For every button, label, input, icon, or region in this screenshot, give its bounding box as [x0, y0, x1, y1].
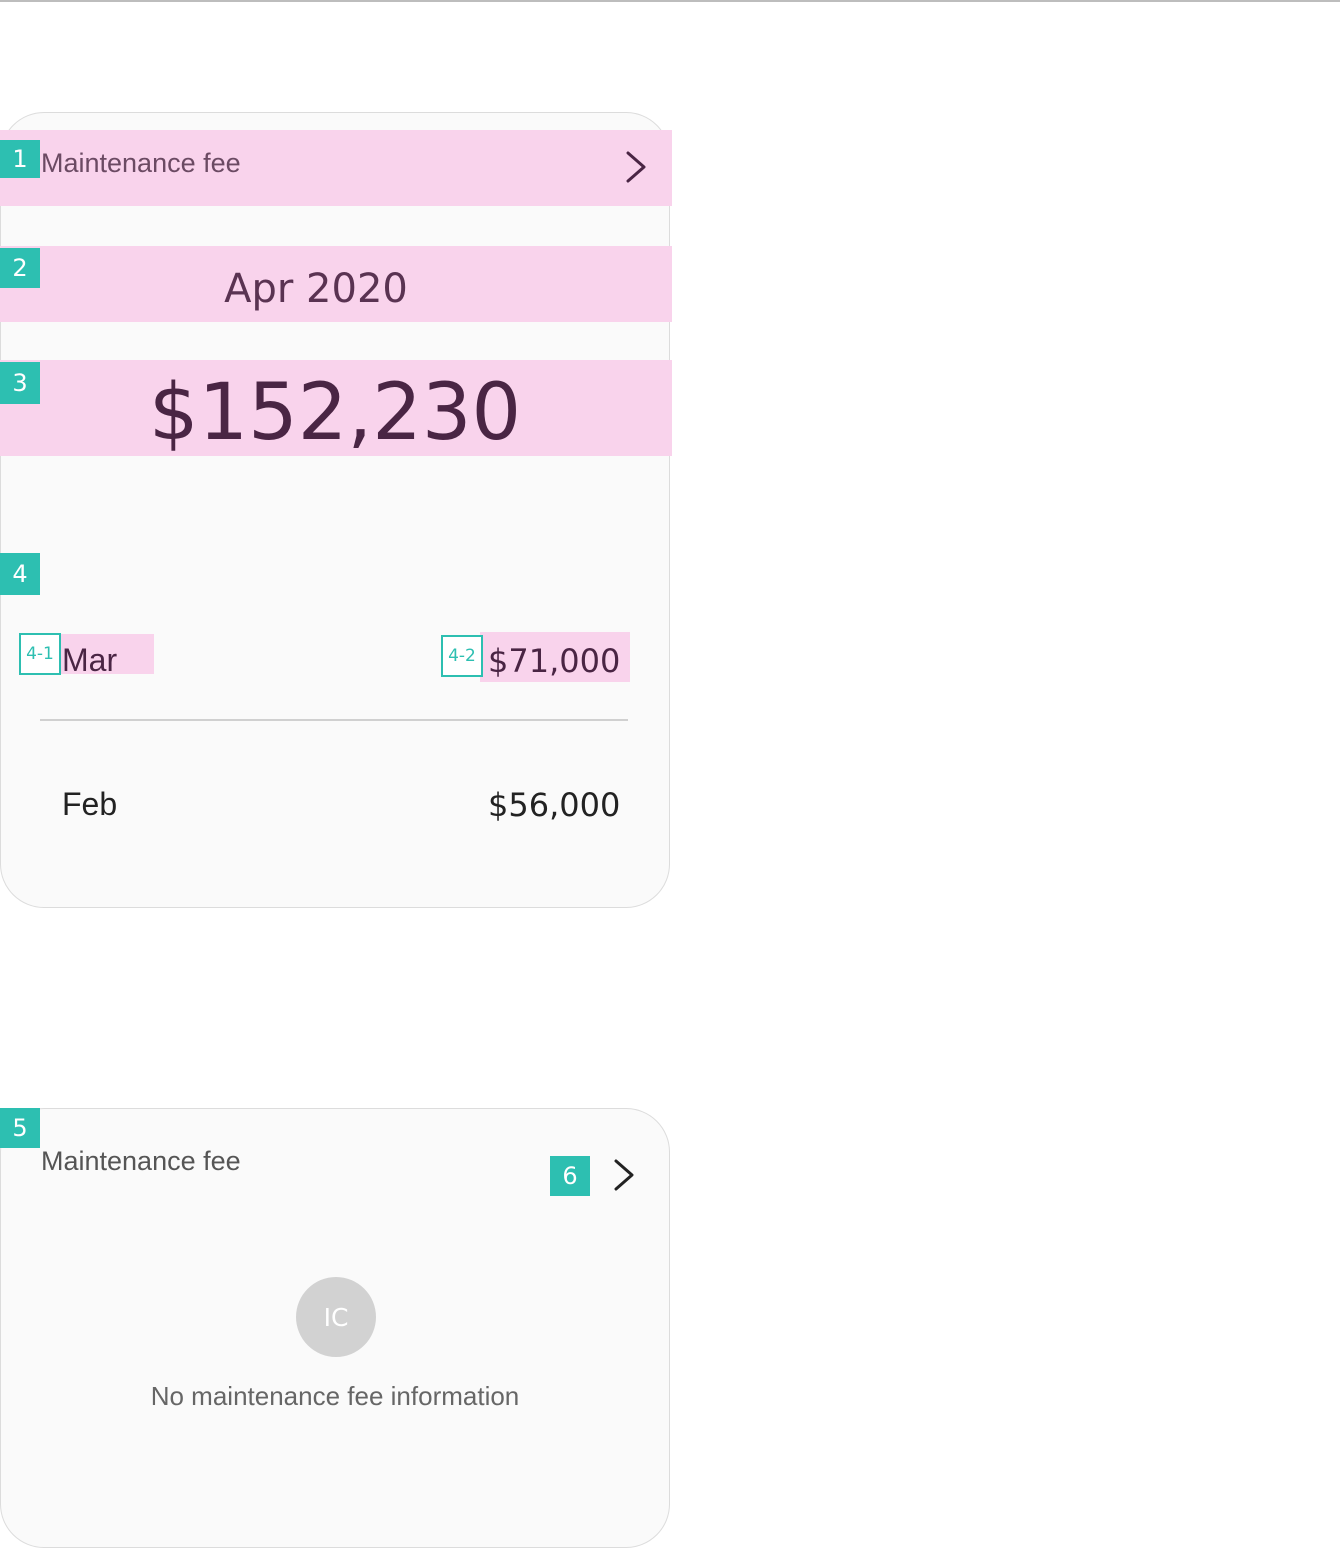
annotation-badge-4: 4	[0, 553, 40, 595]
chevron-right-icon[interactable]	[608, 1158, 640, 1192]
annotation-badge-6: 6	[550, 1156, 590, 1196]
history-amount-1: $71,000	[488, 642, 621, 680]
card-title: Maintenance fee	[41, 148, 241, 178]
empty-state-message: No maintenance fee information	[150, 1381, 520, 1411]
history-month-1: Mar	[62, 642, 118, 678]
chevron-right-icon[interactable]	[620, 150, 652, 184]
top-divider	[0, 0, 1340, 2]
history-amount-2: $56,000	[488, 786, 621, 824]
annotation-badge-4-2: 4-2	[441, 635, 483, 677]
annotation-badge-3: 3	[0, 362, 40, 404]
history-month-2: Feb	[62, 786, 118, 822]
current-month: Apr 2020	[224, 266, 408, 312]
annotation-badge-4-1: 4-1	[19, 633, 61, 675]
annotation-badge-5: 5	[0, 1108, 40, 1148]
placeholder-icon: IC	[296, 1277, 376, 1357]
annotation-badge-1: 1	[0, 140, 40, 178]
annotation-badge-2: 2	[0, 248, 40, 288]
current-amount: $152,230	[148, 368, 522, 458]
empty-card-title: Maintenance fee	[41, 1146, 241, 1176]
history-divider	[40, 719, 628, 721]
